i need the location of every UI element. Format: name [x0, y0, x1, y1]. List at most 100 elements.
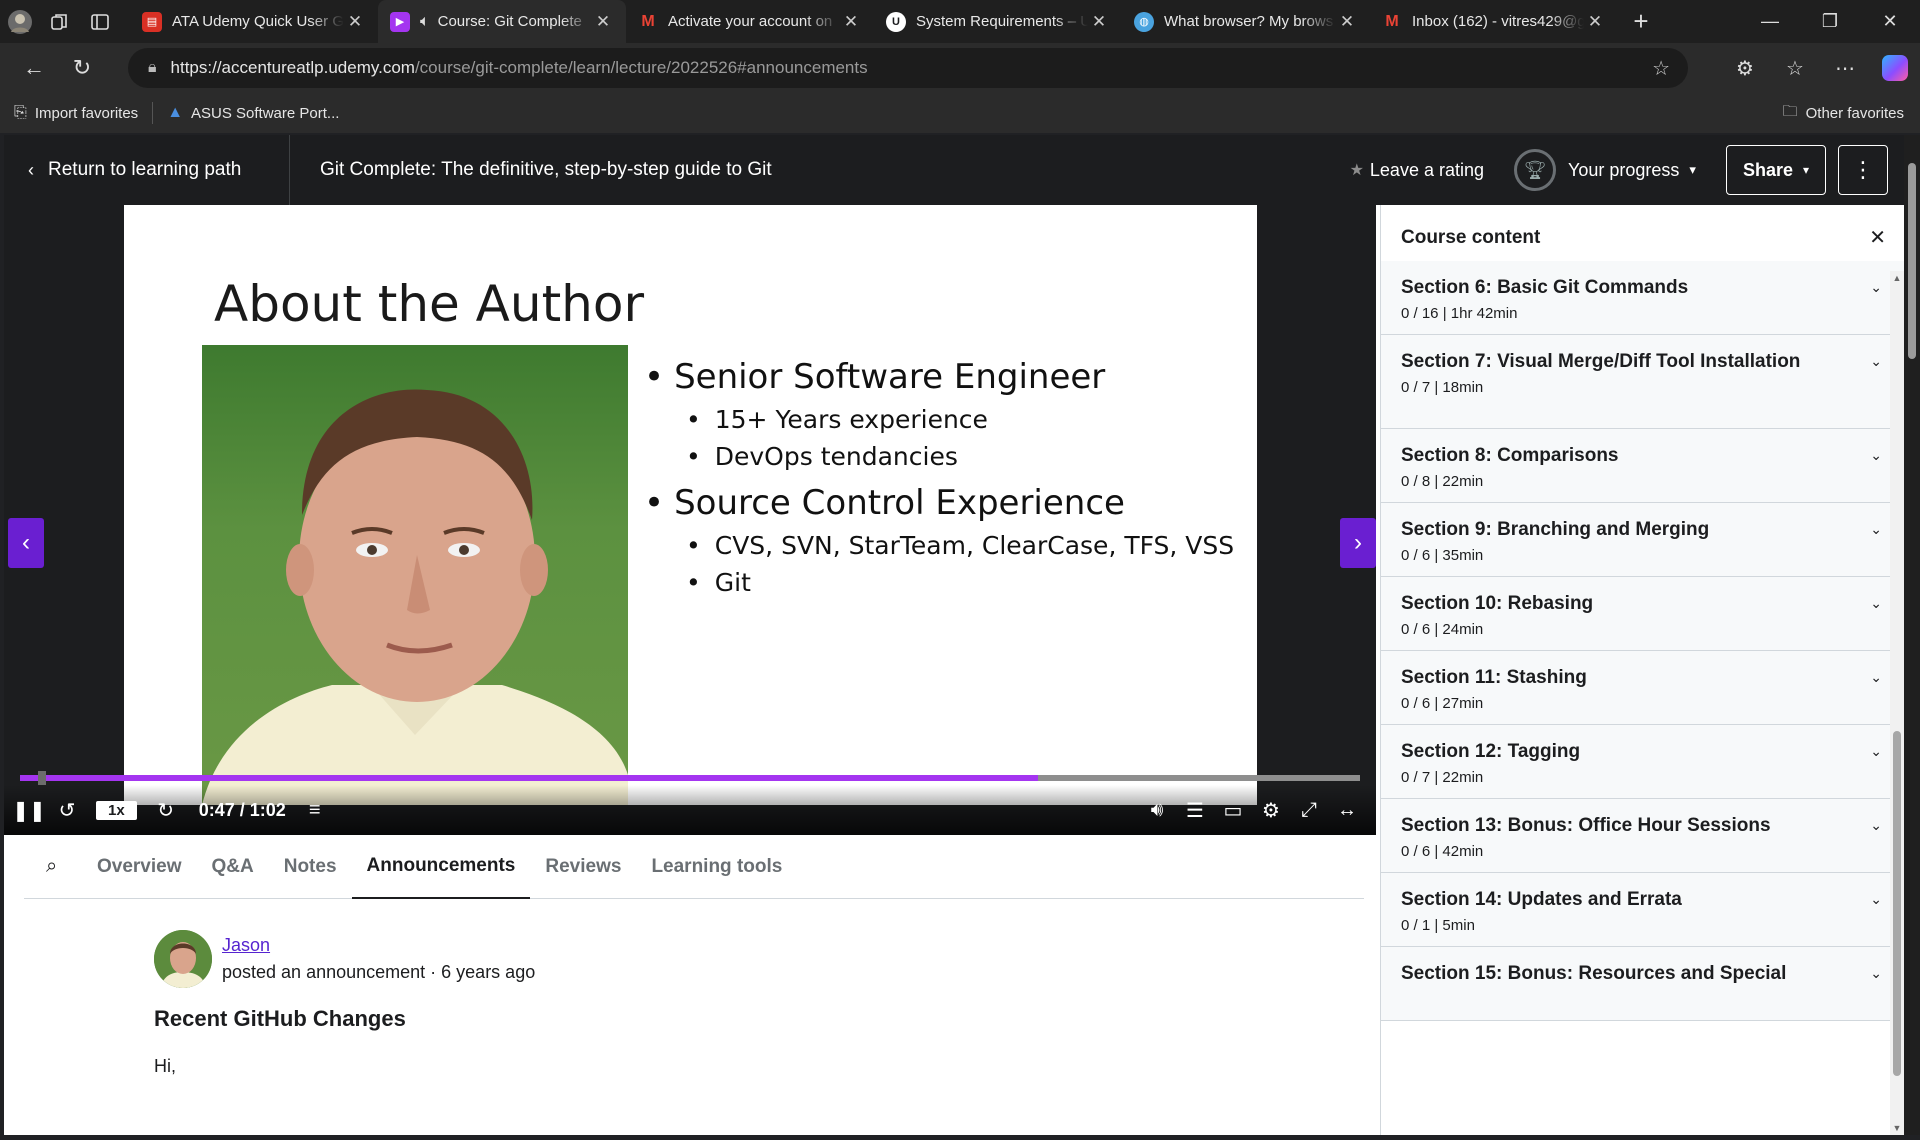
course-header: ‹ Return to learning path Git Complete: …: [4, 135, 1904, 205]
copilot-icon[interactable]: [1882, 55, 1908, 81]
next-lecture-button[interactable]: ›: [1340, 518, 1376, 568]
new-tab-button[interactable]: +: [1618, 0, 1664, 43]
close-tab-icon[interactable]: ✕: [344, 12, 366, 32]
refresh-icon[interactable]: ↻: [58, 43, 106, 93]
page-scrollbar[interactable]: [1904, 135, 1920, 1135]
favorite-star-icon[interactable]: ☆: [1652, 56, 1670, 81]
close-tab-icon[interactable]: ✕: [592, 12, 614, 32]
lecture-tabs: ⌕ Overview Q&A Notes Announcements Reviews Le…: [24, 835, 1364, 899]
more-menu-button[interactable]: ⋮: [1838, 145, 1888, 195]
rating-label: Leave a rating: [1369, 159, 1484, 180]
chevron-down-icon[interactable]: ⌄: [1870, 817, 1882, 834]
minimize-icon[interactable]: —: [1740, 0, 1800, 43]
browser-tab[interactable]: ▤ ATA Udemy Quick User Gu ✕: [130, 0, 378, 43]
tab-q-a[interactable]: Q&A: [197, 835, 269, 899]
chevron-down-icon[interactable]: ⌄: [1870, 279, 1882, 296]
course-section[interactable]: Section 15: Bonus: Resources and Special…: [1381, 947, 1904, 1021]
settings-icon[interactable]: ⚙: [1252, 798, 1290, 823]
favorite-label: ASUS Software Port...: [191, 104, 340, 122]
favorite-asus[interactable]: ▲ ASUS Software Port...: [153, 93, 353, 133]
forward-icon[interactable]: ↻: [147, 798, 185, 823]
favorites-bar: ⎘ Import favorites ▲ ASUS Software Port.…: [0, 93, 1920, 133]
favorite-import[interactable]: ⎘ Import favorites: [0, 93, 152, 133]
sidebar-scroll-thumb[interactable]: [1893, 731, 1901, 1076]
browser-tab-label: System Requirements – U: [916, 13, 1088, 30]
close-tab-icon[interactable]: ✕: [1336, 12, 1358, 32]
video-player[interactable]: About the Author Seni: [4, 205, 1376, 835]
transcript-icon[interactable]: ☰: [1176, 798, 1214, 823]
section-title: Section 9: Branching and Merging: [1401, 519, 1710, 540]
scroll-down-icon[interactable]: ▼: [1890, 1123, 1904, 1133]
author-link[interactable]: Jason: [222, 935, 535, 956]
chevron-down-icon[interactable]: ⌄: [1870, 595, 1882, 612]
browser-tab[interactable]: ◍ What browser? My brows ✕: [1122, 0, 1370, 43]
return-to-learning-path-link[interactable]: ‹ Return to learning path: [4, 135, 290, 205]
sidebar-scrollbar[interactable]: ▲ ▼: [1890, 271, 1904, 1135]
chevron-down-icon[interactable]: ⌄: [1870, 447, 1882, 464]
share-button[interactable]: Share ▾: [1725, 145, 1826, 195]
browser-tab[interactable]: M Inbox (162) - vitres429@g ✕: [1370, 0, 1618, 43]
browser-tab[interactable]: U System Requirements – U ✕: [874, 0, 1122, 43]
course-section[interactable]: Section 14: Updates and Errata 0 / 1 | 5m…: [1381, 873, 1904, 947]
other-favorites[interactable]: 🗀︎ Other favorites: [1783, 93, 1904, 133]
volume-icon[interactable]: 🔊︎: [1138, 799, 1176, 822]
captions-icon[interactable]: ▭: [1214, 798, 1252, 823]
course-section[interactable]: Section 13: Bonus: Office Hour Sessions 0…: [1381, 799, 1904, 873]
page-scroll-thumb[interactable]: [1908, 163, 1916, 359]
tab-actions-icon[interactable]: [80, 0, 120, 43]
rewind-icon[interactable]: ↺: [48, 798, 86, 823]
close-window-icon[interactable]: ✕: [1860, 0, 1920, 43]
playback-speed-button[interactable]: 1x: [96, 800, 137, 820]
folder-icon: 🗀︎: [1782, 102, 1798, 120]
course-section[interactable]: Section 11: Stashing 0 / 6 | 27min ⌄: [1381, 651, 1904, 725]
course-section[interactable]: Section 10: Rebasing 0 / 6 | 24min ⌄: [1381, 577, 1904, 651]
chevron-down-icon[interactable]: ⌄: [1870, 669, 1882, 686]
course-section[interactable]: Section 9: Branching and Merging 0 / 6 | …: [1381, 503, 1904, 577]
previous-lecture-button[interactable]: ‹: [8, 518, 44, 568]
course-title[interactable]: Git Complete: The definitive, step-by-st…: [290, 159, 772, 181]
close-tab-icon[interactable]: ✕: [840, 12, 862, 32]
tab-announcements[interactable]: Announcements: [351, 835, 531, 899]
browser-tab[interactable]: M Activate your account on ✕: [626, 0, 874, 43]
video-progress-bar[interactable]: [20, 771, 1360, 785]
leave-rating-button[interactable]: ★ Leave a rating: [1350, 160, 1484, 181]
restore-icon[interactable]: ❐: [1800, 0, 1860, 43]
browser-tab-label: Activate your account on: [668, 13, 833, 30]
import-icon: ⎘: [14, 104, 27, 121]
extensions-icon[interactable]: ⚙︎: [1720, 56, 1770, 81]
scroll-up-icon[interactable]: ▲: [1890, 273, 1904, 283]
chevron-down-icon[interactable]: ⌄: [1870, 353, 1882, 370]
your-progress-button[interactable]: 🏆︎ Your progress ▾: [1514, 149, 1696, 191]
tab-overview[interactable]: Overview: [82, 835, 197, 899]
back-icon[interactable]: ←: [10, 43, 58, 93]
chevron-down-icon[interactable]: ⌄: [1870, 521, 1882, 538]
course-section[interactable]: Section 12: Tagging 0 / 7 | 22min ⌄: [1381, 725, 1904, 799]
audio-playing-icon[interactable]: 🔈︎: [420, 13, 430, 31]
favorites-icon[interactable]: ☆: [1770, 56, 1820, 81]
course-player-page: ‹ Return to learning path Git Complete: …: [4, 135, 1904, 1135]
url-field[interactable]: 🔒︎ https://accentureatlp.udemy.com/cours…: [128, 48, 1688, 88]
add-note-icon[interactable]: ≡: [296, 799, 334, 822]
profile-icon[interactable]: [0, 0, 40, 43]
chevron-down-icon[interactable]: ⌄: [1870, 891, 1882, 908]
more-options-icon[interactable]: ⋯: [1820, 56, 1870, 81]
fullscreen-icon[interactable]: ⤢: [1290, 799, 1328, 822]
close-icon[interactable]: ✕: [1869, 225, 1886, 250]
search-icon[interactable]: ⌕: [24, 855, 82, 878]
tab-reviews[interactable]: Reviews: [530, 835, 636, 899]
video-progress-handle[interactable]: [38, 771, 46, 785]
tab-learning-tools[interactable]: Learning tools: [636, 835, 797, 899]
course-section[interactable]: Section 7: Visual Merge/Diff Tool Instal…: [1381, 335, 1904, 429]
course-section[interactable]: Section 6: Basic Git Commands 0 / 16 | 1h…: [1381, 261, 1904, 335]
browser-tab[interactable]: ▶ 🔈︎ Course: Git Complete ✕: [378, 0, 626, 43]
course-section[interactable]: Section 8: Comparisons 0 / 8 | 22min ⌄: [1381, 429, 1904, 503]
workspaces-icon[interactable]: [40, 0, 80, 43]
chevron-down-icon[interactable]: ⌄: [1870, 743, 1882, 760]
close-tab-icon[interactable]: ✕: [1584, 12, 1606, 32]
tab-notes[interactable]: Notes: [269, 835, 352, 899]
pause-icon[interactable]: ❚❚: [10, 798, 48, 823]
expand-icon[interactable]: ↔: [1328, 799, 1366, 822]
chevron-down-icon[interactable]: ⌄: [1870, 965, 1882, 982]
favorite-label: Import favorites: [34, 104, 139, 122]
close-tab-icon[interactable]: ✕: [1088, 12, 1110, 32]
